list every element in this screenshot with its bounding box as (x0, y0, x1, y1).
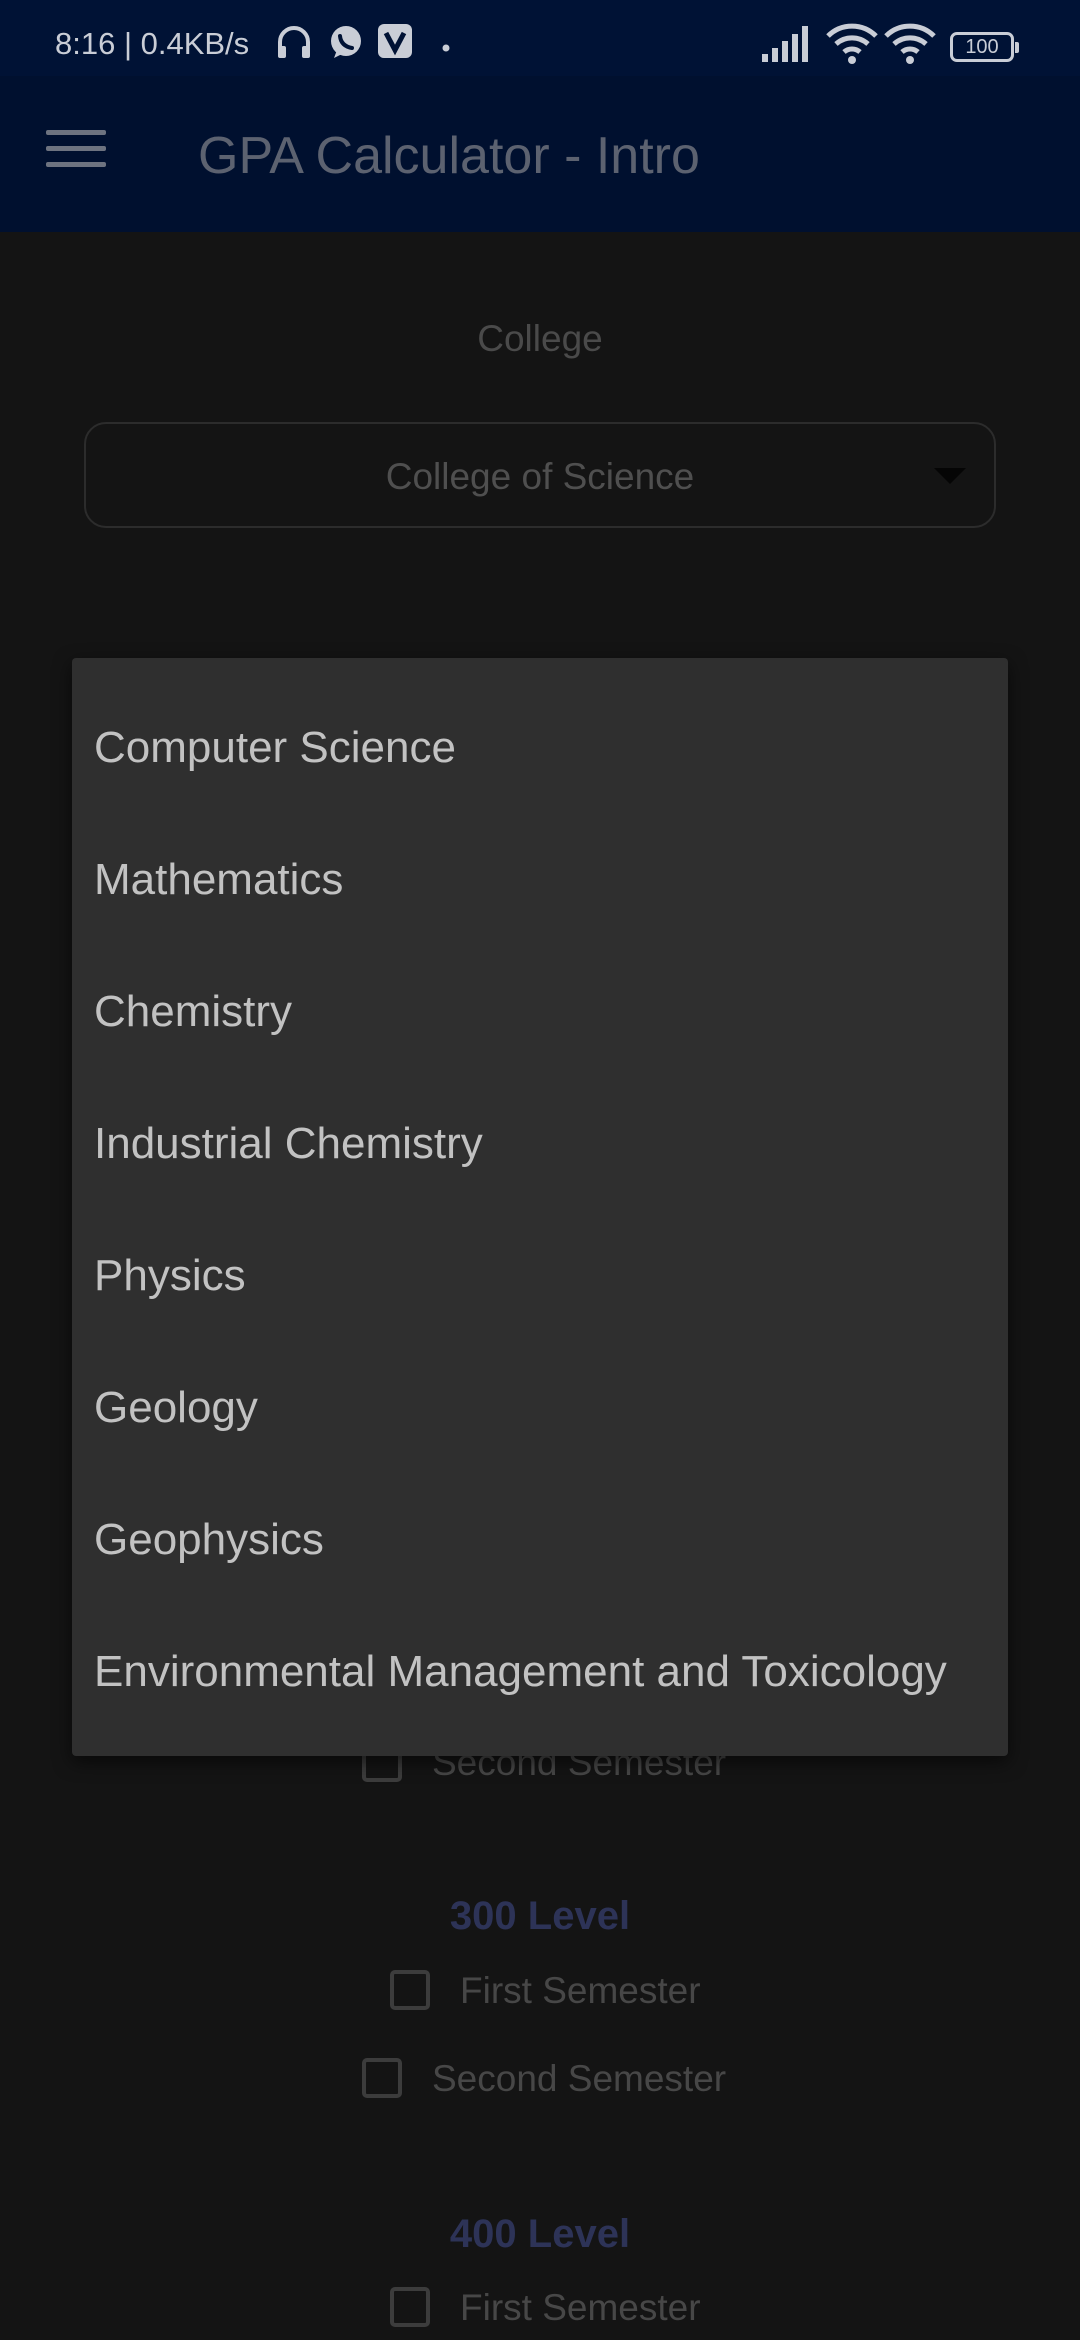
department-option[interactable]: Chemistry (94, 946, 998, 1078)
department-option[interactable]: Geophysics (94, 1474, 998, 1606)
college-label: College (477, 318, 603, 359)
dot-icon (442, 44, 450, 52)
department-dropdown-menu: Computer Science Mathematics Chemistry I… (72, 658, 1008, 1756)
wifi-icon (884, 23, 936, 64)
hamburger-menu-icon[interactable] (46, 130, 106, 178)
page-title: GPA Calculator - Intro (198, 127, 700, 185)
college-dropdown[interactable]: College of Science (84, 422, 996, 528)
wifi-icon (826, 23, 878, 64)
status-time-speed: 8:16 | 0.4KB/s (55, 26, 250, 61)
checkbox-label: First Semester (460, 1970, 701, 2011)
department-option[interactable]: Physics (94, 1210, 998, 1342)
battery-level: 100 (965, 36, 999, 58)
college-selected-value: College of Science (385, 456, 695, 497)
checkbox-label: Second Semester (432, 2058, 727, 2099)
level-title-300: 300 Level (449, 1894, 631, 1938)
status-bar: 8:16 | 0.4KB/s 100 (0, 0, 1080, 76)
signal-icon (762, 26, 808, 62)
battery-icon: 100 (950, 32, 1019, 62)
checkbox-icon (390, 1970, 430, 2010)
department-option[interactable]: Mathematics (94, 814, 998, 946)
department-option[interactable]: Geology (94, 1342, 998, 1474)
whatsapp-icon (331, 26, 361, 58)
chevron-down-icon (934, 468, 966, 484)
department-option[interactable]: Environmental Management and Toxicology (94, 1606, 998, 1738)
v-app-icon (378, 24, 412, 58)
headphones-icon (278, 26, 310, 58)
department-option[interactable]: Computer Science (94, 682, 998, 814)
checkbox-icon (362, 2058, 402, 2098)
checkbox-label: First Semester (460, 2287, 701, 2328)
level-title-400: 400 Level (449, 2212, 631, 2256)
department-option[interactable]: Industrial Chemistry (94, 1078, 998, 1210)
checkbox-icon (390, 2287, 430, 2327)
